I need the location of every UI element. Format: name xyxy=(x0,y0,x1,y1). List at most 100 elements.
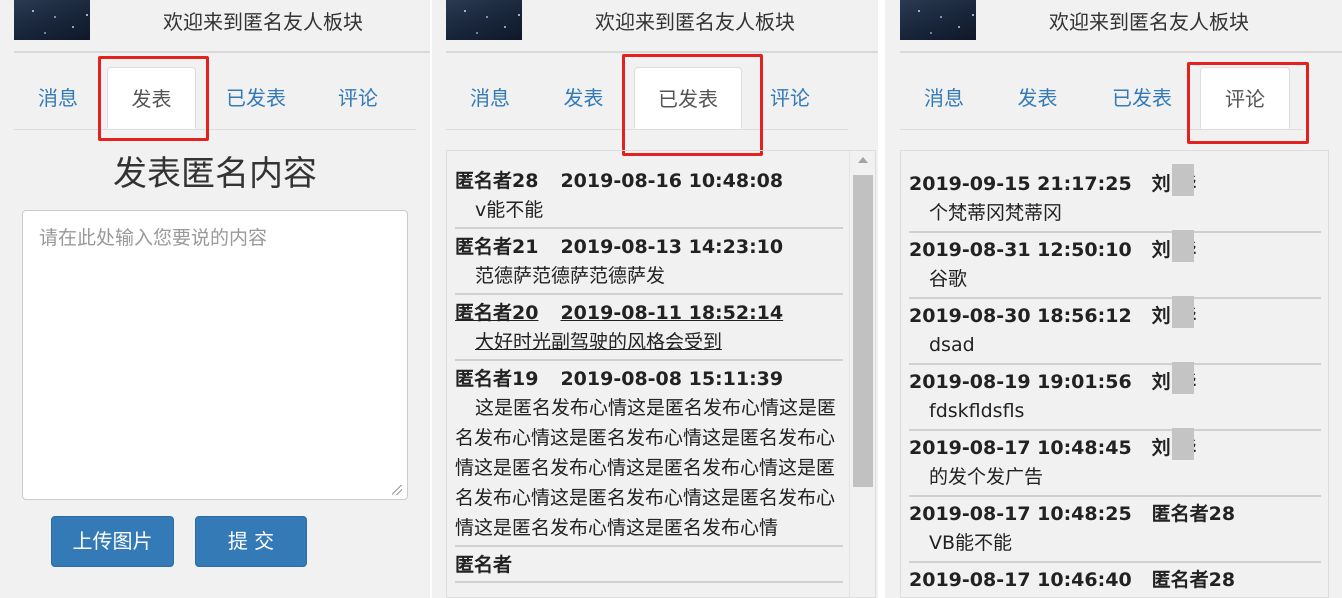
compose-heading: 发表匿名内容 xyxy=(113,154,317,194)
tab-bar: 消息 发表 已发表 评论 xyxy=(885,67,1342,131)
post-time: 2019-08-13 14:23:10 xyxy=(560,236,784,258)
post-content: v能不能 xyxy=(475,199,544,221)
comment-author: 刘 华 xyxy=(1152,296,1196,330)
list-item[interactable]: 2019-08-17 10:48:25 匿名者28 VB能不能 xyxy=(909,497,1321,563)
post-content: 范德萨范德萨范德萨发 xyxy=(475,265,666,287)
tab-comments[interactable]: 评论 xyxy=(1200,67,1290,129)
comment-content: 个梵蒂冈梵蒂冈 xyxy=(929,202,1063,224)
comment-header: 2019-08-31 12:50:10 刘 华 xyxy=(909,230,1321,264)
comment-header: 2019-08-19 19:01:56 刘 华 xyxy=(909,362,1321,396)
page-header: 欢迎来到匿名友人板块 xyxy=(885,0,1342,42)
post-author: 匿名者19 xyxy=(455,368,539,390)
header-banner-image xyxy=(446,0,522,40)
list-item[interactable]: 匿名者28 2019-08-16 10:48:08 v能不能 xyxy=(455,163,843,229)
header-title: 欢迎来到匿名友人板块 xyxy=(595,10,795,34)
resize-grip-icon[interactable] xyxy=(391,484,405,498)
post-author: 匿名者20 xyxy=(455,302,539,324)
comment-header: 2019-08-30 18:56:12 刘 华 xyxy=(909,296,1321,330)
panel-separator xyxy=(878,0,885,598)
list-item[interactable]: 匿名者20 2019-08-11 18:52:14 大好时光副驾驶的风格会受到 xyxy=(455,295,843,361)
comment-content: fdskfldsfls xyxy=(929,400,1025,422)
scroll-up-arrow-icon[interactable] xyxy=(858,157,868,163)
list-item[interactable]: 匿名者 xyxy=(455,547,843,583)
comment-content: 的发个发广告 xyxy=(929,466,1044,488)
page-header: 欢迎来到匿名友人板块 xyxy=(0,0,430,42)
tab-bar-underline xyxy=(446,129,848,130)
page-header: 欢迎来到匿名友人板块 xyxy=(432,0,878,42)
comment-author: 刘 华 xyxy=(1152,230,1196,264)
redaction-mask xyxy=(1171,296,1194,328)
header-banner-image xyxy=(14,0,90,40)
list-item[interactable]: 2019-09-15 21:17:25 刘 华个梵蒂冈梵蒂冈 xyxy=(909,164,1321,233)
post-header: 匿名者19 2019-08-08 15:11:39 xyxy=(455,365,843,393)
list-item[interactable]: 2019-08-19 19:01:56 刘 华 fdskfldsfls xyxy=(909,362,1321,431)
comment-content: dsad xyxy=(929,334,975,356)
tab-published[interactable]: 已发表 xyxy=(634,67,742,129)
comment-time: 2019-08-17 10:48:25 xyxy=(909,503,1132,525)
post-time: 2019-08-16 10:48:08 xyxy=(560,170,784,192)
header-banner-image xyxy=(900,0,976,40)
tab-comments[interactable]: 评论 xyxy=(746,67,834,129)
post-header: 匿名者28 2019-08-16 10:48:08 xyxy=(455,167,843,195)
list-item[interactable]: 2019-08-17 10:46:40 匿名者28 xyxy=(909,563,1321,597)
header-divider xyxy=(446,51,878,53)
comment-author: 刘 华 xyxy=(1152,428,1196,462)
tab-published[interactable]: 已发表 xyxy=(208,67,304,129)
comment-author: 匿名者28 xyxy=(1151,569,1236,591)
comment-header: 2019-08-17 10:46:40 匿名者28 xyxy=(909,566,1321,594)
comment-author: 刘 华 xyxy=(1152,362,1196,396)
published-list[interactable]: 匿名者28 2019-08-16 10:48:08 v能不能匿名者21 2019-08… xyxy=(446,150,876,598)
content-textarea[interactable] xyxy=(22,210,408,500)
header-title: 欢迎来到匿名友人板块 xyxy=(1049,10,1249,34)
comment-time: 2019-08-30 18:56:12 xyxy=(909,305,1132,327)
header-title: 欢迎来到匿名友人板块 xyxy=(163,10,363,34)
redaction-mask xyxy=(1171,230,1194,262)
compose-panel: 欢迎来到匿名友人板块 消息 发表 已发表 评论 发表匿名内容 上传图片 提 交 xyxy=(0,0,430,598)
redaction-mask xyxy=(1171,428,1194,460)
post-header: 匿名者 xyxy=(455,551,843,579)
comment-author: 匿名者28 xyxy=(1151,503,1236,525)
post-header: 匿名者20 2019-08-11 18:52:14 xyxy=(455,299,843,327)
tab-bar-underline xyxy=(900,129,1303,130)
tab-bar: 消息 发表 已发表 评论 xyxy=(0,67,430,131)
post-content: 大好时光副驾驶的风格会受到 xyxy=(475,331,723,353)
upload-image-button[interactable]: 上传图片 xyxy=(51,516,174,567)
list-item[interactable]: 2019-08-31 12:50:10 刘 华谷歌 xyxy=(909,230,1321,299)
list-item[interactable]: 匿名者19 2019-08-08 15:11:39 这是匿名发布心情这是匿名发布心情… xyxy=(455,361,843,547)
post-header: 匿名者21 2019-08-13 14:23:10 xyxy=(455,233,843,261)
scrollbar[interactable] xyxy=(849,151,875,597)
tab-compose[interactable]: 发表 xyxy=(107,67,196,129)
list-item[interactable]: 匿名者21 2019-08-13 14:23:10 范德萨范德萨范德萨发 xyxy=(455,229,843,295)
header-divider xyxy=(900,51,1342,53)
post-author: 匿名者 xyxy=(455,554,513,576)
tab-compose[interactable]: 发表 xyxy=(993,67,1082,129)
tab-compose[interactable]: 发表 xyxy=(539,67,628,129)
post-time: 2019-08-08 15:11:39 xyxy=(560,368,784,390)
tab-comments[interactable]: 评论 xyxy=(314,67,402,129)
comment-time: 2019-08-31 12:50:10 xyxy=(909,239,1132,261)
comment-content: 谷歌 xyxy=(929,268,968,290)
redaction-mask xyxy=(1171,362,1194,394)
header-divider xyxy=(14,51,430,53)
comment-time: 2019-09-15 21:17:25 xyxy=(909,173,1132,195)
redaction-mask xyxy=(1171,164,1194,196)
comment-header: 2019-08-17 10:48:45 刘 华 xyxy=(909,428,1321,462)
comments-list[interactable]: 2019-09-15 21:17:25刘 华个梵蒂冈梵蒂冈2019-08-31 … xyxy=(900,150,1329,598)
tab-published[interactable]: 已发表 xyxy=(1094,67,1190,129)
tab-messages[interactable]: 消息 xyxy=(446,67,534,129)
post-author: 匿名者28 xyxy=(455,170,539,192)
scroll-thumb[interactable] xyxy=(853,175,873,487)
comment-time: 2019-08-17 10:48:45 xyxy=(909,437,1132,459)
tab-messages[interactable]: 消息 xyxy=(900,67,988,129)
tab-messages[interactable]: 消息 xyxy=(14,67,102,129)
comment-header: 2019-08-17 10:48:25 匿名者28 xyxy=(909,500,1321,528)
list-item[interactable]: 2019-08-17 10:48:45 刘 华的发个发广告 xyxy=(909,428,1321,497)
post-time: 2019-08-11 18:52:14 xyxy=(560,302,784,324)
comment-header: 2019-09-15 21:17:25 刘 华 xyxy=(909,164,1321,198)
submit-button[interactable]: 提 交 xyxy=(195,516,307,567)
list-item[interactable]: 2019-08-30 18:56:12 刘 华 dsad xyxy=(909,296,1321,365)
post-author: 匿名者21 xyxy=(455,236,539,258)
tab-bar: 消息 发表 已发表 评论 xyxy=(432,67,878,131)
comment-time: 2019-08-17 10:46:40 xyxy=(909,569,1132,591)
post-content: 这是匿名发布心情这是匿名发布心情这是匿名发布心情这是匿名发布心情这是匿名发布心情… xyxy=(455,397,837,539)
